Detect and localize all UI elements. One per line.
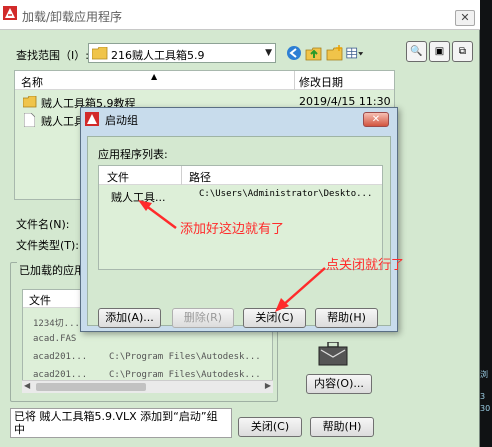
annotation-added-note: 添加好这边就有了 — [180, 222, 285, 237]
annotation-close-note: 点关闭就行了 — [326, 258, 405, 273]
arrow-to-close-button — [275, 267, 326, 312]
arrow-to-app-entry — [138, 200, 177, 230]
